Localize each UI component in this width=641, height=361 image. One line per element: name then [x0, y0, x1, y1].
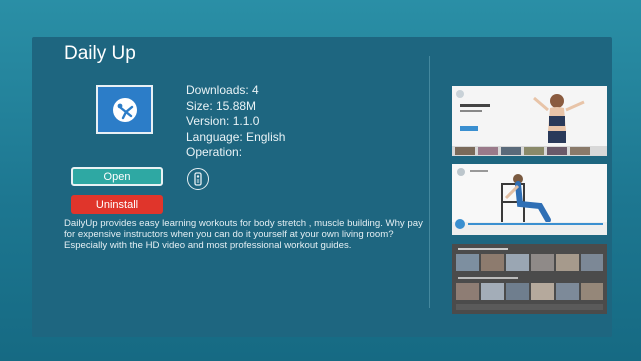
size-text: Size: 15.88M: [186, 98, 257, 113]
version-text: Version: 1.1.0: [186, 114, 260, 128]
app-info: Downloads: 4 Size: 15.88M Version: 1.1.0…: [186, 83, 285, 161]
operation-label: Operation:: [186, 145, 243, 159]
yoga-pose-icon: [112, 97, 137, 122]
uninstall-button[interactable]: Uninstall: [71, 195, 163, 214]
app-title: Daily Up: [64, 43, 136, 64]
panel-divider: [429, 56, 430, 308]
remote-control-icon: [187, 168, 209, 190]
screenshot-workout-grid[interactable]: [452, 244, 607, 314]
app-description: DailyUp provides easy learning workouts …: [64, 218, 423, 251]
app-icon: [96, 85, 153, 134]
screenshot-chair-dip[interactable]: [452, 164, 607, 235]
downloads-text: Downloads: 4: [186, 83, 259, 97]
language-text: Language: English: [186, 129, 286, 144]
open-button[interactable]: Open: [71, 167, 163, 186]
screenshot-workout-home[interactable]: [452, 86, 607, 156]
